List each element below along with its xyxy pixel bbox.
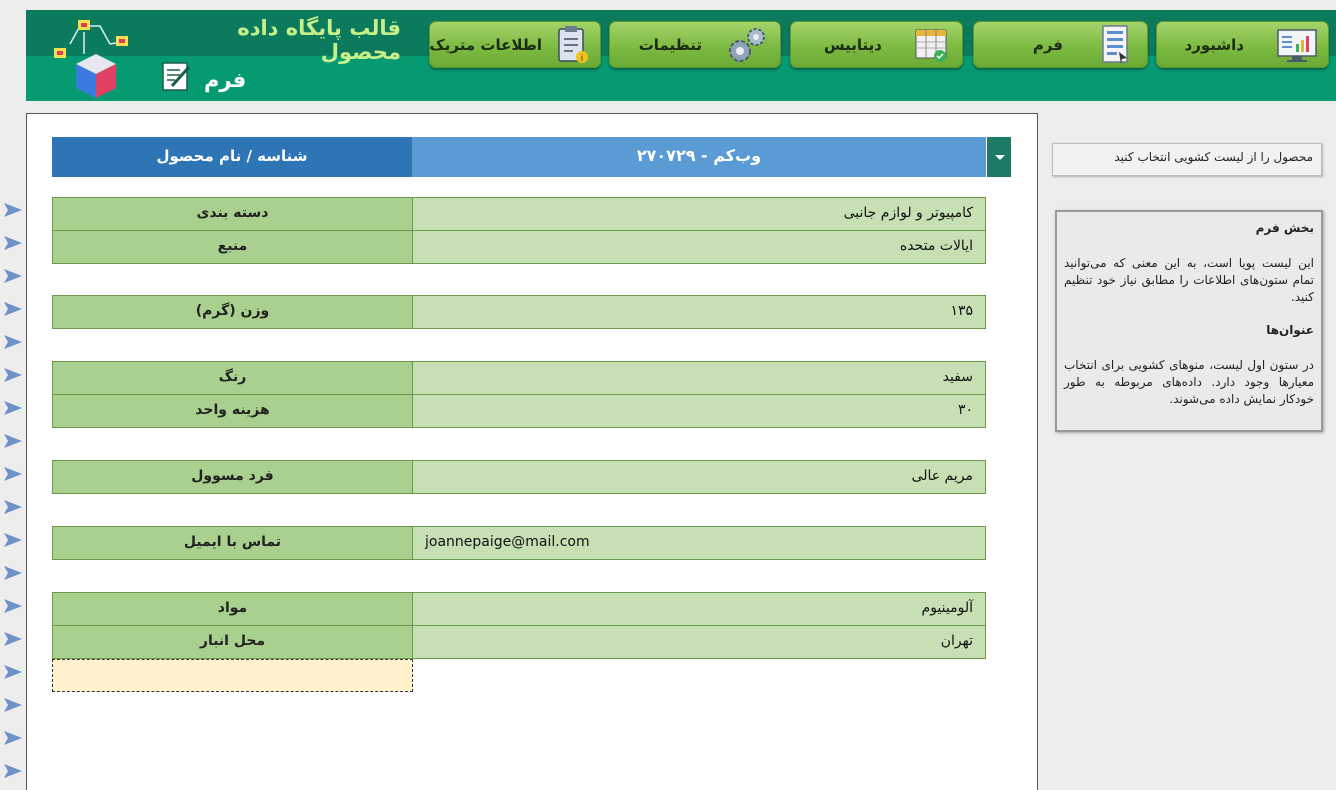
field-value: ۳۰ <box>957 402 973 418</box>
row-arrow-icon <box>4 335 22 349</box>
nav-settings-label: تنظیمات <box>638 35 702 54</box>
nav-dashboard-button[interactable]: داشبورد <box>1156 21 1329 68</box>
row-arrow-icon <box>4 368 22 382</box>
field-value: سفید <box>942 369 973 385</box>
clipboard-info-icon: i <box>558 26 588 64</box>
product-dropdown-chevron-icon[interactable] <box>986 137 1011 177</box>
info-section1-title: بخش فرم <box>1255 221 1314 235</box>
svg-text:i: i <box>581 54 584 64</box>
field-row-email: تماس با ایمیل joannepaige@mail.com <box>52 526 986 560</box>
row-arrow-icon <box>4 236 22 250</box>
nav-database-label: دیتابیس <box>823 35 882 54</box>
field-label: مواد <box>53 593 413 625</box>
field-row-material: مواد آلومینیوم <box>52 592 986 626</box>
field-row-owner: فرد مسوول مریم عالی <box>52 460 986 494</box>
row-arrow-icon <box>4 698 22 712</box>
row-arrow-icon <box>4 533 22 547</box>
row-arrow-icon <box>4 434 22 448</box>
field-value: ایالات متحده <box>899 238 973 254</box>
field-row-weight: وزن (گرم) ۱۳۵ <box>52 295 986 329</box>
nav-dashboard-label: داشبورد <box>1184 35 1244 54</box>
row-arrow-icon <box>4 401 22 415</box>
nav-form-button[interactable]: فرم <box>973 21 1148 68</box>
field-row-source: منبع ایالات متحده <box>52 230 986 264</box>
field-label: وزن (گرم) <box>53 296 413 328</box>
row-arrow-icon <box>4 500 22 514</box>
row-arrow-icon <box>4 599 22 613</box>
field-row-color: رنگ سفید <box>52 361 986 395</box>
edit-form-icon <box>162 62 191 91</box>
gears-icon <box>729 28 765 62</box>
field-label: محل انبار <box>53 626 413 658</box>
row-arrow-icon <box>4 665 22 679</box>
field-value: ۱۳۵ <box>950 303 973 319</box>
row-arrow-icon <box>4 731 22 745</box>
picker-hint-note: محصول را از لیست کشویی انتخاب کنید <box>1052 143 1322 176</box>
field-value: آلومینیوم <box>921 600 973 616</box>
field-label: دسته بندی <box>53 198 413 230</box>
nav-metrics-button[interactable]: اطلاعات متریک i <box>429 21 601 68</box>
nav-metrics-label: اطلاعات متریک <box>429 35 542 54</box>
info-section2-title: عنوان‌ها <box>1266 323 1314 337</box>
row-arrow-icon <box>4 764 22 778</box>
field-row-unit-cost: هزینه واحد ۳۰ <box>52 394 986 428</box>
field-value: تهران <box>940 633 973 649</box>
row-arrow-icon <box>4 269 22 283</box>
info-section1-text: این لیست پویا است، به این معنی که می‌توا… <box>1064 256 1314 304</box>
product-picker-label: شناسه / نام محصول <box>52 137 412 177</box>
field-label: منبع <box>53 231 413 263</box>
dashboard-icon <box>1277 29 1317 62</box>
field-row-warehouse: محل انبار تهران <box>52 625 986 659</box>
row-arrow-icon <box>4 566 22 580</box>
nav-form-label: فرم <box>1032 35 1063 54</box>
row-arrow-icon <box>4 467 22 481</box>
page-title: فرم <box>204 68 247 92</box>
field-row-category: دسته بندی کامپیوتر و لوازم جانبی <box>52 197 986 231</box>
field-value-email: joannepaige@mail.com <box>425 534 590 550</box>
form-icon <box>1102 25 1128 64</box>
database-logo-icon <box>54 20 128 98</box>
nav-database-button[interactable]: دیتابیس <box>790 21 963 68</box>
field-label: هزینه واحد <box>53 395 413 427</box>
product-picker-value[interactable]: وب‌کم - ۲۷۰۷۲۹ <box>412 137 986 177</box>
row-arrow-icon <box>4 203 22 217</box>
row-arrow-icon <box>4 302 22 316</box>
info-note: بخش فرم این لیست پویا است، به این معنی ک… <box>1055 210 1323 432</box>
field-label: فرد مسوول <box>53 461 413 493</box>
field-value: کامپیوتر و لوازم جانبی <box>843 205 973 221</box>
nav-settings-button[interactable]: تنظیمات <box>609 21 781 68</box>
app-title: قالب پایگاه داده محصول <box>237 16 401 64</box>
field-label: تماس با ایمیل <box>53 527 413 559</box>
database-icon <box>915 29 947 62</box>
field-value: مریم عالی <box>911 468 973 484</box>
row-arrow-icon <box>4 632 22 646</box>
selected-empty-cell[interactable] <box>52 659 413 692</box>
field-label: رنگ <box>53 362 413 394</box>
info-section2-text: در ستون اول لیست، منوهای کشویی برای انتخ… <box>1064 358 1314 406</box>
